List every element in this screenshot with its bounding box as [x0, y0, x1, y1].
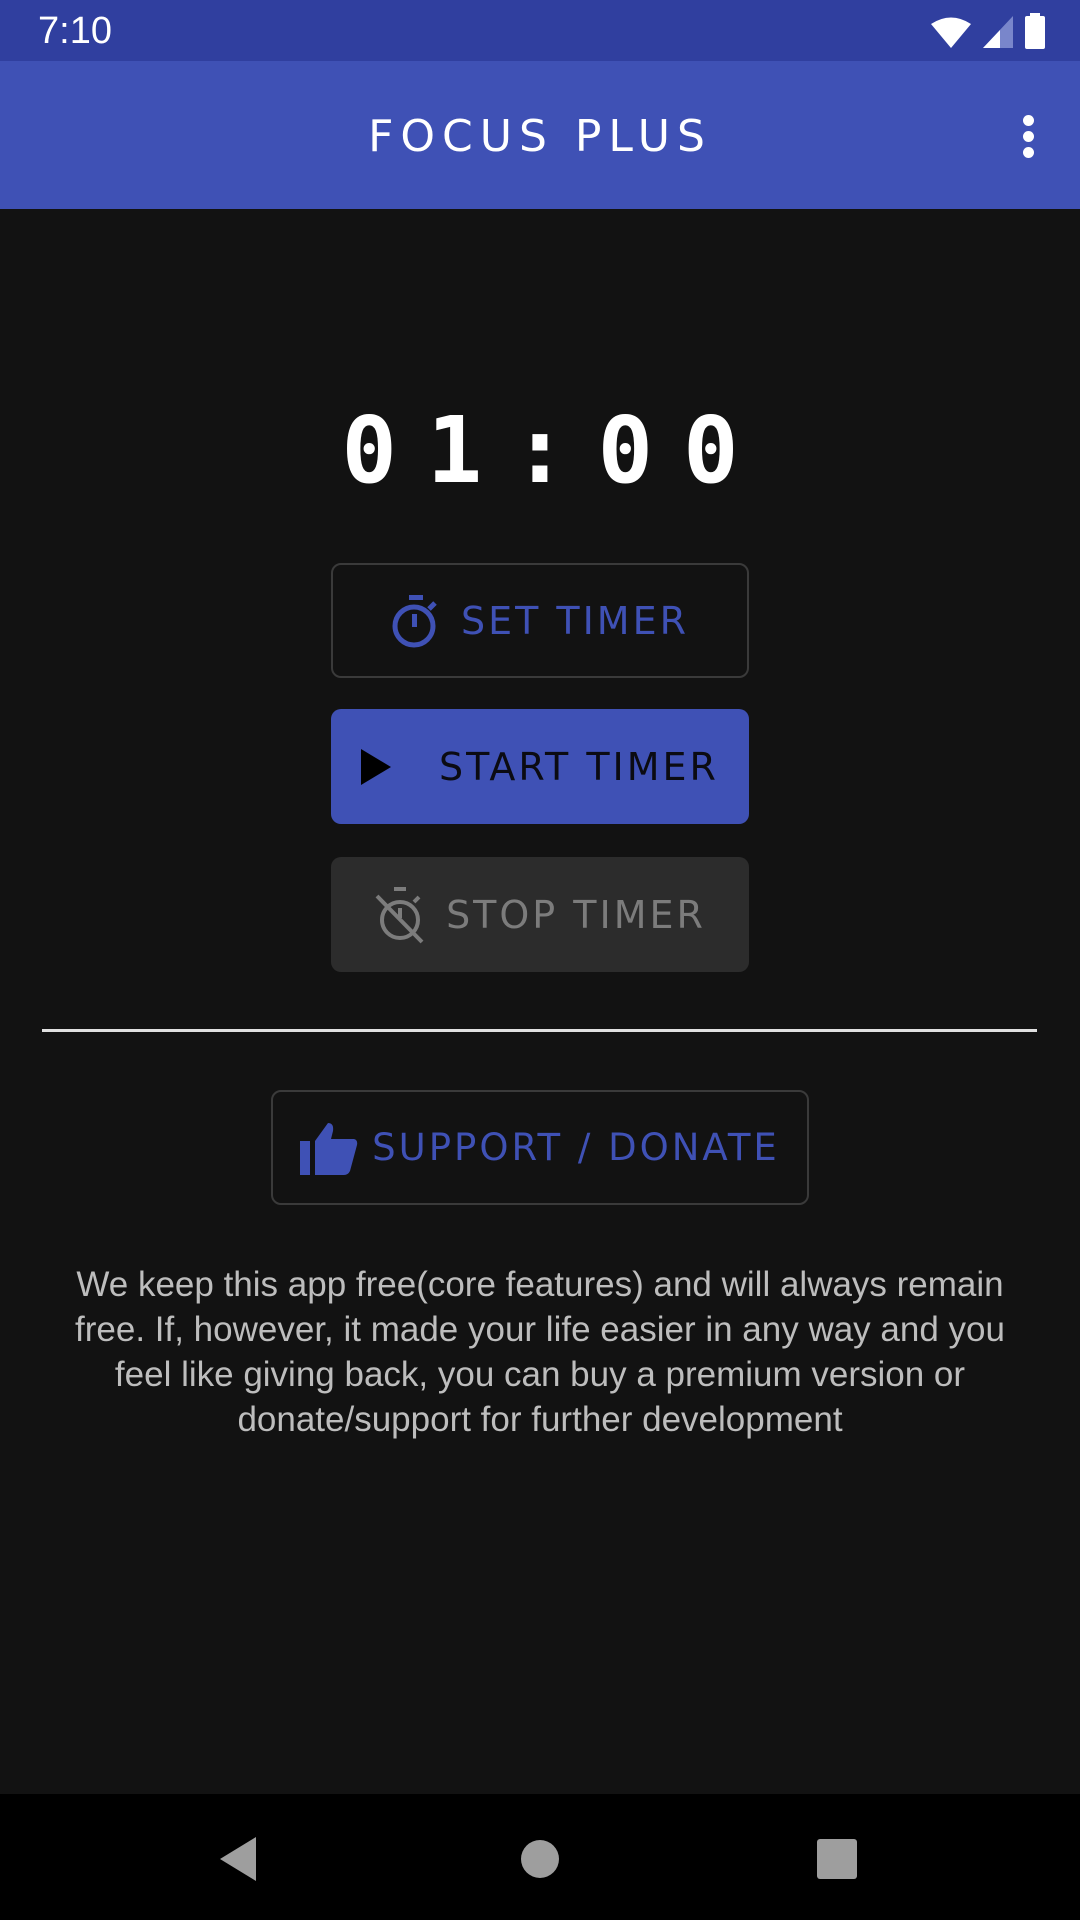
- set-timer-label: SET TIMER: [460, 598, 690, 643]
- divider: [42, 1029, 1037, 1032]
- stop-timer-label: STOP TIMER: [446, 892, 706, 937]
- timer-display: 01:00: [341, 396, 769, 504]
- support-message: We keep this app free(core features) and…: [75, 1265, 1005, 1439]
- cellular-signal-icon: [983, 16, 1013, 48]
- recents-icon: [817, 1839, 857, 1879]
- status-bar: 7:10: [0, 0, 1080, 61]
- home-button[interactable]: [500, 1824, 580, 1894]
- stop-timer-button[interactable]: STOP TIMER: [331, 857, 749, 972]
- app-bar: FOCUS PLUS: [0, 61, 1080, 209]
- set-timer-button[interactable]: SET TIMER: [331, 563, 749, 678]
- timer-off-icon: [375, 886, 424, 943]
- battery-icon: [1025, 13, 1045, 49]
- play-icon: [361, 748, 392, 785]
- more-vert-icon: [1022, 114, 1034, 126]
- timer-icon: [392, 594, 437, 647]
- start-timer-button[interactable]: START TIMER: [331, 709, 749, 824]
- status-icons: [930, 13, 1046, 49]
- app-title: FOCUS PLUS: [368, 111, 712, 162]
- more-options-button[interactable]: [998, 101, 1058, 171]
- status-time: 7:10: [38, 10, 112, 52]
- support-donate-label: SUPPORT / DONATE: [372, 1126, 780, 1169]
- start-timer-label: START TIMER: [439, 744, 719, 789]
- home-icon: [521, 1840, 559, 1878]
- navigation-bar: [0, 1794, 1080, 1920]
- back-button[interactable]: [198, 1824, 278, 1894]
- thumb-up-icon: [300, 1122, 358, 1175]
- recents-button[interactable]: [797, 1824, 877, 1894]
- wifi-icon: [931, 17, 971, 48]
- back-icon: [220, 1837, 256, 1881]
- support-donate-button[interactable]: SUPPORT / DONATE: [271, 1090, 809, 1205]
